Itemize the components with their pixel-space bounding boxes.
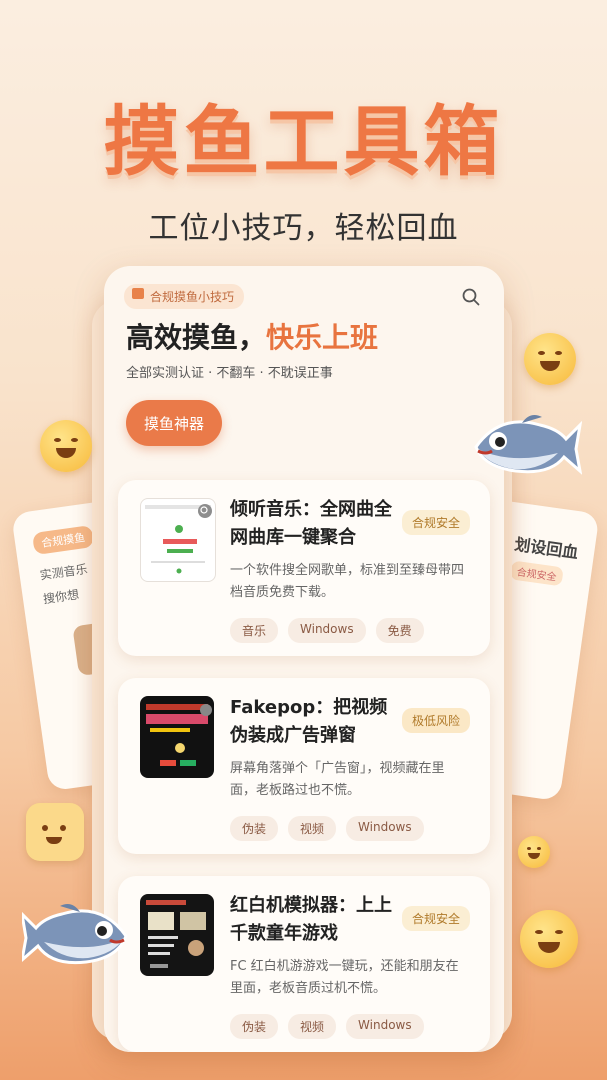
safety-badge: 合规安全 — [401, 510, 470, 535]
side-card-title: 划设回血 — [513, 534, 580, 563]
tag-chip[interactable]: 音乐 — [230, 618, 279, 643]
risk-badge: 极低风险 — [401, 708, 470, 733]
hero-subtitle: 工位小技巧，轻松回血 — [148, 211, 459, 246]
shopping-bag-icon — [132, 288, 144, 299]
app-title: 倾听音乐：全网曲全网曲库一键聚合 — [230, 499, 392, 548]
app-description: FC 红白机游游戏一键玩，还能和朋友在里面，老板音质过机不慌。 — [230, 959, 459, 996]
tag-list: 音乐 Windows 免费 — [230, 618, 424, 643]
app-title: Fakepop：把视频伪装成广告弹窗 — [230, 697, 388, 746]
tag-chip[interactable]: 伪装 — [230, 1014, 279, 1039]
tag-chip[interactable]: 伪装 — [230, 816, 279, 841]
headline-plain: 高效摸鱼， — [126, 321, 267, 354]
tag-chip[interactable]: Windows — [346, 816, 424, 841]
app-card[interactable]: 倾听音乐：全网曲全网曲库一键聚合 合规安全 一个软件搜全网歌单，标准到至臻母带四… — [118, 480, 490, 656]
safety-badge: 合规安全 — [401, 906, 470, 931]
fish-icon — [474, 415, 582, 475]
tag-chip[interactable]: 视频 — [288, 816, 337, 841]
category-badge-label: 合规摸鱼小技巧 — [150, 290, 235, 304]
page-headline: 高效摸鱼，快乐上班 — [126, 316, 378, 356]
app-description: 屏幕角落弹个「广告窗」，视频藏在里面，老板路过也不慌。 — [230, 761, 445, 798]
headline-accent: 快乐上班 — [266, 321, 379, 354]
smiley-icon — [520, 910, 578, 968]
smiley-icon — [40, 420, 92, 472]
app-card[interactable]: 红白机模拟器：上上千款童年游戏 合规安全 FC 红白机游游戏一键玩，还能和朋友在… — [118, 876, 490, 1052]
tag-chip[interactable]: 免费 — [375, 618, 424, 643]
app-title: 红白机模拟器：上上千款童年游戏 — [230, 895, 392, 944]
side-card-line: 实测音乐 — [38, 561, 89, 583]
side-card-tag: 合规摸鱼 — [31, 524, 95, 556]
smiley-icon — [518, 836, 550, 868]
side-card-tag: 合规安全 — [509, 560, 564, 587]
app-description: 一个软件搜全网歌单，标准到至臻母带四档音质免费下载。 — [230, 563, 465, 600]
search-icon[interactable] — [462, 288, 480, 306]
smiley-block-icon — [26, 803, 84, 861]
tag-list: 伪装 视频 Windows — [230, 1014, 424, 1039]
app-card[interactable]: Fakepop：把视频伪装成广告弹窗 极低风险 屏幕角落弹个「广告窗」，视频藏在… — [118, 678, 490, 854]
app-screenshot-thumbnail — [140, 696, 214, 778]
app-screenshot-thumbnail — [140, 498, 216, 582]
main-card: 合规摸鱼小技巧 高效摸鱼，快乐上班 全部实测认证 · 不翻车 · 不耽误正事 摸… — [104, 266, 504, 1052]
tag-chip[interactable]: 视频 — [288, 1014, 337, 1039]
tag-chip[interactable]: Windows — [346, 1014, 424, 1039]
fish-icon — [22, 904, 128, 965]
app-screenshot-thumbnail — [140, 894, 214, 976]
tag-list: 伪装 视频 Windows — [230, 816, 424, 841]
cta-button[interactable]: 摸鱼神器 — [126, 400, 222, 446]
side-card-line: 搜你想 — [42, 587, 80, 607]
smiley-icon — [524, 333, 576, 385]
tag-chip[interactable]: Windows — [288, 618, 366, 643]
page-subline: 全部实测认证 · 不翻车 · 不耽误正事 — [126, 366, 333, 381]
category-badge: 合规摸鱼小技巧 — [124, 284, 245, 309]
hero-title: 摸鱼工具箱 — [103, 97, 504, 186]
